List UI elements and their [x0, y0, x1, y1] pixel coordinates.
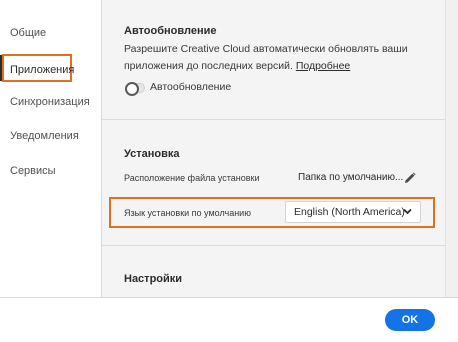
chevron-down-icon [403, 208, 412, 215]
sidebar-item-general[interactable]: Общие [0, 17, 101, 49]
section-divider [102, 119, 445, 120]
section-divider [102, 245, 445, 246]
sidebar-item-label: Сервисы [10, 165, 56, 177]
install-language-value: English (North America) [294, 206, 405, 218]
auto-update-title: Автообновление [124, 25, 217, 37]
sidebar-item-apps[interactable]: Приложения [0, 54, 101, 86]
auto-update-description-line1: Разрешите Creative Cloud автоматически о… [124, 43, 408, 55]
sidebar-item-notifications[interactable]: Уведомления [0, 120, 101, 152]
sidebar-item-label: Синхронизация [10, 96, 90, 108]
sidebar-item-label: Общие [10, 27, 47, 39]
sidebar-item-label: Приложения [10, 64, 75, 76]
dialog-footer: OK [0, 297, 458, 342]
install-location-label: Расположение файла установки [124, 173, 260, 183]
learn-more-link[interactable]: Подробнее [296, 60, 350, 72]
auto-update-toggle[interactable] [125, 82, 145, 96]
sidebar: Общие Приложения Синхронизация Уведомлен… [0, 0, 102, 297]
scrollbar[interactable] [445, 0, 458, 297]
active-indicator [0, 55, 2, 81]
preferences-dialog: Общие Приложения Синхронизация Уведомлен… [0, 0, 458, 342]
pencil-icon[interactable] [404, 172, 416, 184]
install-location-value[interactable]: Папка по умолчанию... [298, 172, 403, 183]
install-language-dropdown[interactable]: English (North America) [285, 201, 421, 223]
auto-update-description: Разрешите Creative Cloud автоматически о… [124, 41, 429, 75]
sidebar-item-services[interactable]: Сервисы [0, 155, 101, 187]
auto-update-description-line2: приложения до последних версий. [124, 60, 293, 72]
auto-update-toggle-label: Автообновление [150, 81, 232, 93]
ok-button[interactable]: OK [385, 309, 435, 331]
install-title: Установка [124, 148, 180, 160]
sidebar-item-sync[interactable]: Синхронизация [0, 86, 101, 118]
main-panel: Автообновление Разрешите Creative Cloud … [102, 0, 445, 297]
toggle-knob [125, 82, 139, 96]
settings-title: Настройки [124, 273, 183, 285]
sidebar-item-label: Уведомления [10, 130, 79, 142]
install-language-label: Язык установки по умолчанию [124, 208, 251, 218]
